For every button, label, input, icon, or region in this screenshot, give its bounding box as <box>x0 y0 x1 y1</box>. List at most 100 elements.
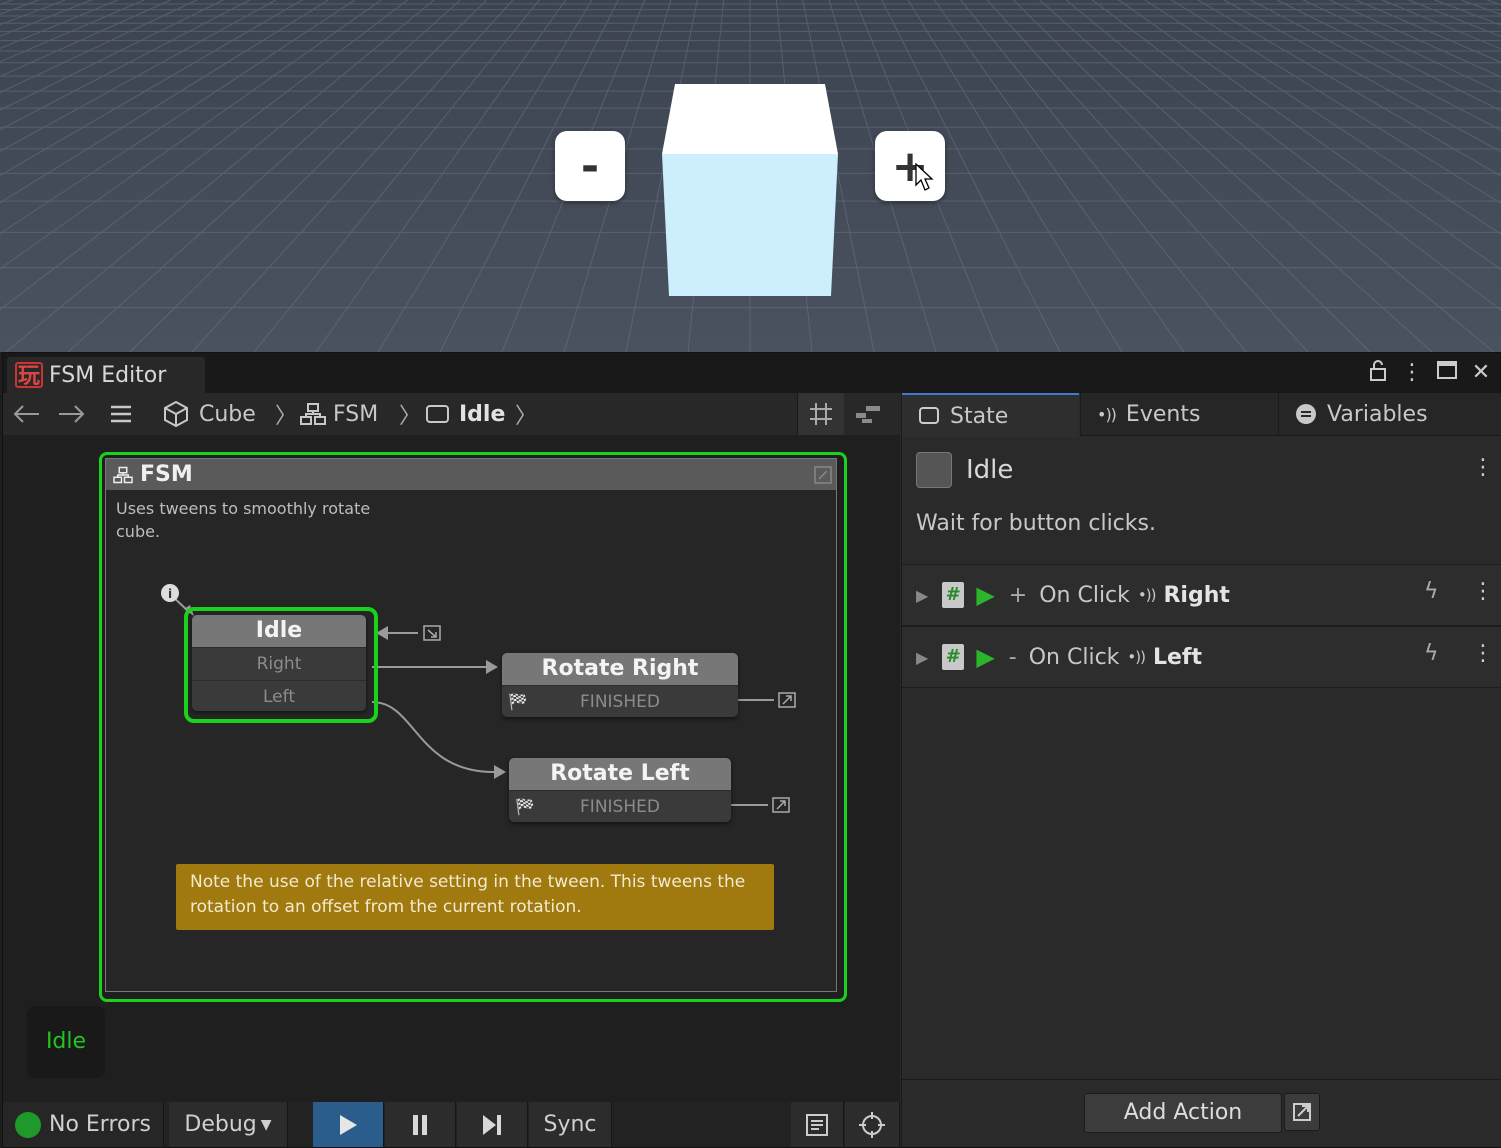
enabled-play-icon[interactable]: ▶ <box>976 643 994 671</box>
fsm-group[interactable]: FSM Uses tweens to smoothly rotate cube. <box>105 458 837 992</box>
hash-icon: # <box>942 644 965 670</box>
tab-label: State <box>950 403 1009 429</box>
pause-button[interactable] <box>385 1102 456 1147</box>
breadcrumb-label: Cube <box>199 401 256 427</box>
transition-label: FINISHED <box>580 797 660 817</box>
close-icon[interactable]: ✕ <box>1468 359 1494 387</box>
tab-label: Variables <box>1327 401 1428 427</box>
dropdown-arrow-icon: ▼ <box>260 1116 272 1133</box>
transition-finished[interactable]: 🏁 FINISHED <box>509 790 731 822</box>
lightning-icon: ϟ <box>1424 641 1439 666</box>
finish-flag-icon: 🏁 <box>508 692 528 711</box>
fsm-editor-window: 玩 FSM Editor ⋮ ✕ Cube 〉 FSM 〉 Idle 〉 FSM… <box>2 352 1501 1148</box>
chevron-right-icon[interactable]: 〉 <box>515 393 537 435</box>
transition-finished[interactable]: 🏁 FINISHED <box>502 685 738 717</box>
hash-icon: # <box>942 582 965 608</box>
action-prefix: + <box>1008 582 1028 608</box>
graph-canvas[interactable]: FSM Uses tweens to smoothly rotate cube. <box>3 435 900 1102</box>
action-row[interactable]: ▶ # ▶ + On Click •)) Right ϟ ⋮ <box>902 564 1501 626</box>
event-icon: •)) <box>1137 586 1157 604</box>
step-button[interactable] <box>457 1102 528 1147</box>
state-name-field[interactable]: Idle <box>966 455 1013 485</box>
action-more-icon[interactable]: ⋮ <box>1472 579 1494 604</box>
log-icon <box>806 1113 828 1136</box>
inspector-panel: State •)) Events Variables Idle ⋮ Wait f… <box>901 393 1501 1147</box>
breadcrumb-label: Idle <box>459 401 506 427</box>
log-button[interactable] <box>791 1102 844 1147</box>
breadcrumb-cube[interactable]: Cube <box>161 393 256 435</box>
grid-toggle-icon[interactable] <box>797 393 844 435</box>
fsm-group-frame: FSM Uses tweens to smoothly rotate cube. <box>99 452 847 1002</box>
debug-dropdown[interactable]: Debug ▼ <box>169 1102 288 1147</box>
comment-note[interactable]: Note the use of the relative setting in … <box>176 864 774 930</box>
sync-button[interactable]: Sync <box>529 1102 612 1147</box>
chevron-right-icon: 〉 <box>399 404 422 429</box>
finish-flag-icon: 🏁 <box>515 797 535 816</box>
state-title: Rotate Right <box>502 653 738 685</box>
expand-arrow-icon[interactable]: ▶ <box>916 648 928 667</box>
state-node-rotate-right[interactable]: Rotate Right 🏁 FINISHED <box>502 653 738 717</box>
enabled-play-icon[interactable]: ▶ <box>976 581 994 609</box>
state-more-icon[interactable]: ⋮ <box>1472 455 1494 480</box>
rotate-left-button[interactable]: - <box>555 131 625 201</box>
state-node-rotate-left[interactable]: Rotate Left 🏁 FINISHED <box>509 758 731 822</box>
event-icon: •)) <box>1127 648 1146 666</box>
fsm-editor-tab[interactable]: 玩 FSM Editor <box>7 357 205 393</box>
play-button[interactable] <box>313 1102 384 1147</box>
playmaker-logo-icon: 玩 <box>15 362 43 389</box>
game-viewport: - + <box>0 0 1501 352</box>
action-browser-button[interactable] <box>1284 1093 1320 1131</box>
status-label: No Errors <box>49 1112 151 1137</box>
debug-toolbar: No Errors Debug ▼ Sync <box>3 1102 900 1147</box>
open-window-icon <box>1293 1103 1311 1121</box>
action-label: On Click <box>1028 644 1120 670</box>
state-color-swatch[interactable] <box>916 452 952 488</box>
forward-arrow-icon[interactable] <box>57 393 87 435</box>
state-title: Idle <box>192 615 366 647</box>
state-node-idle[interactable]: Idle Right Left <box>192 615 366 711</box>
breadcrumb-idle[interactable]: Idle <box>425 393 505 435</box>
pause-icon <box>413 1114 427 1135</box>
back-arrow-icon[interactable] <box>11 393 41 435</box>
action-event: Left <box>1152 644 1203 670</box>
variables-icon <box>1296 404 1316 424</box>
breadcrumb-fsm[interactable]: FSM <box>299 393 378 435</box>
lightning-icon: ϟ <box>1424 579 1439 604</box>
tab-state[interactable]: State <box>902 393 1079 437</box>
breadcrumb-label: FSM <box>333 401 379 427</box>
tab-title: FSM Editor <box>49 362 167 388</box>
sync-label: Sync <box>543 1112 597 1137</box>
minus-label: - <box>580 140 600 192</box>
maximize-icon[interactable] <box>1434 359 1460 387</box>
chevron-right-icon: 〉 <box>275 404 298 429</box>
cube-icon <box>164 400 188 428</box>
action-event: Right <box>1163 582 1230 608</box>
footer-divider <box>902 1079 1501 1080</box>
crosshair-icon <box>859 1111 885 1138</box>
expand-arrow-icon[interactable]: ▶ <box>916 586 928 605</box>
error-status[interactable]: No Errors <box>3 1102 164 1147</box>
fsm-hierarchy-icon <box>300 403 326 425</box>
svg-text:i: i <box>168 587 172 601</box>
lock-icon[interactable] <box>1365 359 1391 387</box>
action-more-icon[interactable]: ⋮ <box>1472 641 1494 666</box>
more-icon[interactable]: ⋮ <box>1399 359 1425 387</box>
tab-variables[interactable]: Variables <box>1278 393 1501 436</box>
state-description[interactable]: Wait for button clicks. <box>916 511 1156 536</box>
active-state-badge: Idle <box>27 1006 105 1078</box>
add-action-button[interactable]: Add Action <box>1084 1093 1282 1133</box>
transition-right[interactable]: Right <box>192 647 366 680</box>
graph-toolbar: Cube 〉 FSM 〉 Idle 〉 <box>3 393 900 436</box>
tab-events[interactable]: •)) Events <box>1080 393 1278 436</box>
cube <box>661 84 839 296</box>
tab-label: Events <box>1125 401 1201 427</box>
status-dot-icon <box>15 1111 41 1138</box>
minimap-icon[interactable] <box>845 393 891 435</box>
action-prefix: - <box>1008 644 1017 670</box>
debug-label: Debug <box>184 1112 257 1137</box>
hamburger-menu-icon[interactable] <box>109 393 133 435</box>
transition-left[interactable]: Left <box>192 680 366 711</box>
action-row[interactable]: ▶ # ▶ - On Click •)) Left ϟ ⋮ <box>902 626 1501 688</box>
locate-button[interactable] <box>845 1102 900 1147</box>
mouse-cursor-icon <box>915 163 934 191</box>
